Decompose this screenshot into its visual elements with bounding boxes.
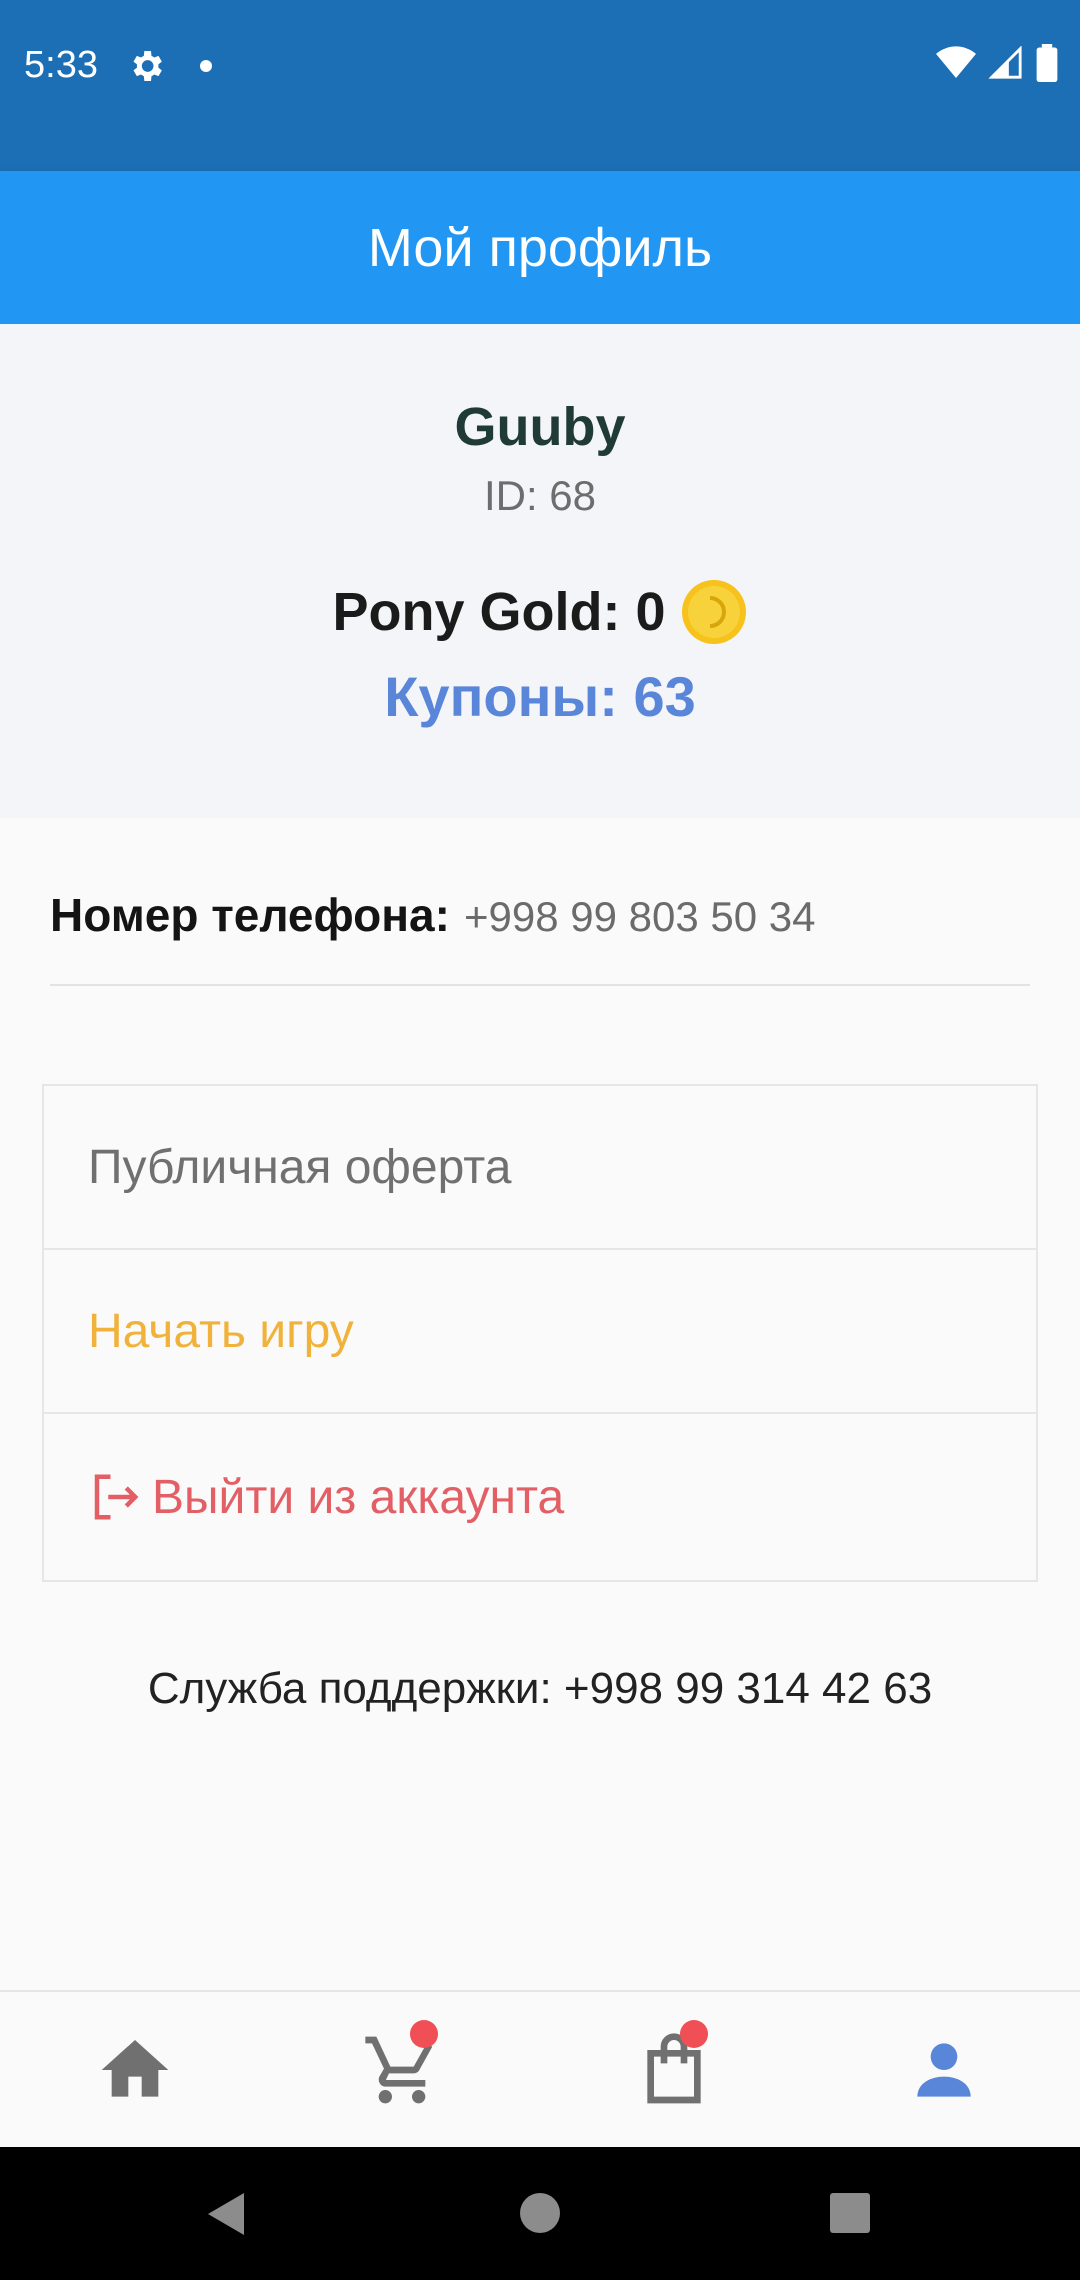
phone-label: Номер телефона:: [50, 889, 450, 941]
logout-button[interactable]: Выйти из аккаунта: [44, 1414, 1036, 1580]
logout-icon: [94, 1474, 139, 1520]
recents-icon[interactable]: [830, 2193, 870, 2233]
start-game-button[interactable]: Начать игру: [44, 1250, 1036, 1414]
coin-icon: [681, 580, 746, 644]
system-navigation-bar: [0, 2147, 1080, 2280]
profile-icon: [917, 2043, 971, 2097]
phone-value: +998 99 803 50 34: [463, 893, 816, 940]
back-icon[interactable]: [204, 2191, 248, 2237]
notification-dot-icon: [200, 60, 212, 72]
settings-icon: [133, 51, 162, 81]
wifi-icon: [936, 46, 976, 78]
support-text: Служба поддержки: +998 99 314 42 63: [147, 1664, 933, 1713]
page-title: Мой профиль: [367, 217, 713, 278]
user-id: ID: 68: [483, 472, 597, 519]
orders-badge: [680, 2020, 708, 2048]
start-game-label: Начать игру: [88, 1304, 354, 1358]
username: Guuby: [454, 397, 626, 457]
nav-home[interactable]: [95, 2030, 175, 2110]
gold-balance: Pony Gold: 0: [0, 578, 1080, 646]
nav-cart[interactable]: [362, 2020, 442, 2110]
status-time: 5:33: [24, 44, 98, 86]
status-indicators: [936, 44, 1058, 82]
phone-row: Номер телефона: +998 99 803 50 34: [50, 888, 1030, 986]
cart-badge: [410, 2020, 438, 2048]
gold-balance-text: Pony Gold: 0: [332, 582, 666, 642]
coupons-count: Купоны: 63: [384, 665, 696, 728]
signal-icon: [988, 46, 1022, 79]
app-bar: Мой профиль: [0, 171, 1080, 324]
battery-icon: [1036, 44, 1058, 82]
home-circle-icon[interactable]: [518, 2191, 562, 2235]
public-offer-button[interactable]: Публичная оферта: [44, 1086, 1036, 1250]
bottom-nav: [0, 1990, 1080, 2149]
profile-header: Guuby ID: 68 Pony Gold: 0 Купоны: 63: [0, 324, 1080, 818]
public-offer-label: Публичная оферта: [88, 1140, 512, 1194]
logout-label: Выйти из аккаунта: [152, 1470, 565, 1524]
status-bar: 5:33: [0, 0, 1080, 171]
nav-profile[interactable]: [904, 2030, 984, 2110]
home-icon: [101, 2040, 169, 2097]
nav-orders[interactable]: [634, 2020, 714, 2110]
menu-card: Публичная оферта Начать игру Выйти из ак…: [42, 1084, 1038, 1582]
